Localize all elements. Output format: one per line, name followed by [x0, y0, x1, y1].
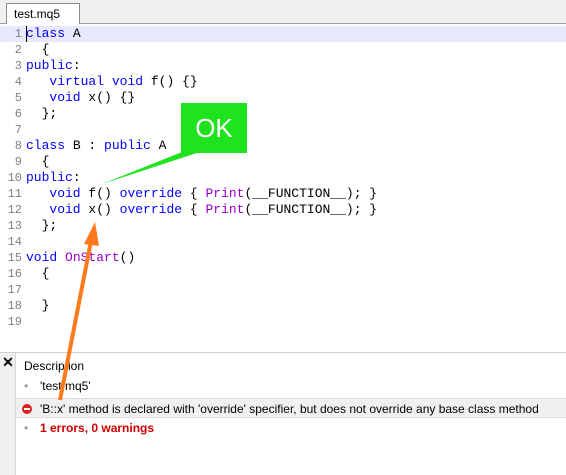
annotation-overlay: [58, 148, 212, 401]
ok-callout: OK: [181, 103, 247, 153]
ok-callout-pointer: [102, 148, 212, 184]
orange-arrow-shaft: [58, 235, 94, 401]
orange-arrow-head: [84, 222, 99, 246]
